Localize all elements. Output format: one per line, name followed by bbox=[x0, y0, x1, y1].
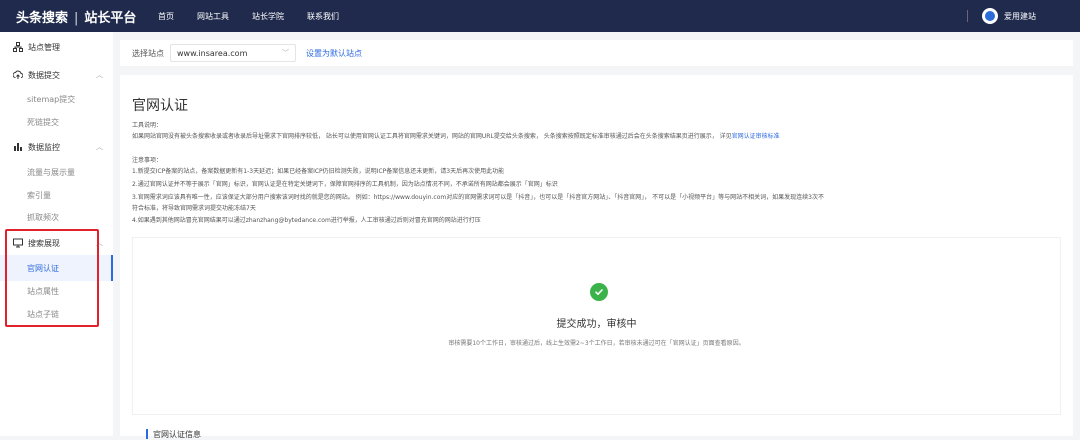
note-item: 1.新提交ICP备案的站点，备案数据更新有1-3天延迟；如果已经备案ICP仍旧检… bbox=[132, 168, 505, 175]
main-nav: 首页 网站工具 站长学院 联系我们 bbox=[158, 0, 362, 32]
section-title: 官网认证信息 bbox=[153, 430, 201, 439]
bar-chart-icon bbox=[13, 142, 23, 152]
status-desc: 审核需要10个工作日，审核通过后，线上生效需2~3个工作日，若审核未通过可在「官… bbox=[448, 340, 745, 347]
sidebar-active-indicator bbox=[111, 255, 113, 281]
user-name[interactable]: 爱用建站 bbox=[1004, 11, 1036, 22]
check-circle-icon bbox=[590, 283, 608, 301]
sidebar-subitem-traffic[interactable]: 流量与展示量 bbox=[27, 167, 75, 178]
sidebar-subitem-sitemap[interactable]: sitemap提交 bbox=[27, 94, 75, 105]
sidebar-item-site-manage[interactable]: 站点管理 bbox=[0, 36, 113, 58]
sidebar-item-label: 数据提交 bbox=[28, 70, 60, 80]
note-item: 2.通过官网认证并不等于展示「官网」标识，官网认证是在特定关键词下，保障官网排序… bbox=[132, 181, 558, 188]
audit-standard-link[interactable]: 官网认证审核标准 bbox=[732, 133, 780, 140]
notes-label: 注意事项： bbox=[132, 157, 163, 164]
sidebar-subitem-index[interactable]: 索引量 bbox=[27, 190, 51, 201]
tool-desc-label: 工具说明： bbox=[132, 122, 163, 129]
status-title: 提交成功，审核中 bbox=[556, 319, 637, 330]
sidebar-item-label: 数据监控 bbox=[28, 142, 60, 152]
sidebar-item-label: 站点管理 bbox=[28, 42, 60, 52]
chevron-down-icon: ﹀ bbox=[282, 49, 289, 57]
sidebar-item-data-submit[interactable]: 数据提交 ︿ bbox=[0, 64, 113, 86]
brand-separator: | bbox=[74, 11, 79, 26]
page-title: 官网认证 bbox=[132, 98, 188, 114]
site-selector-label: 选择站点 bbox=[132, 48, 164, 58]
sidebar-subitem-crawl[interactable]: 抓取频次 bbox=[27, 212, 59, 223]
site-select-value: www.insarea.com bbox=[177, 48, 248, 58]
nav-home[interactable]: 首页 bbox=[158, 11, 174, 22]
upload-icon bbox=[13, 70, 23, 80]
set-default-site-link[interactable]: 设置为默认站点 bbox=[306, 48, 362, 59]
brand-logo[interactable]: 头条搜索 | 站长平台 bbox=[16, 7, 136, 26]
sidebar-subitem-deadlink[interactable]: 死链提交 bbox=[27, 117, 59, 128]
brand-subtitle: 站长平台 bbox=[84, 11, 137, 26]
tool-desc: 如果网站官网没有被头条搜索收录或者收录后导址需求下官网排序较低， 站长可以使用官… bbox=[132, 133, 780, 141]
nav-site-tools[interactable]: 网站工具 bbox=[197, 11, 229, 22]
nav-webmaster-academy[interactable]: 站长学院 bbox=[252, 11, 284, 22]
avatar-icon bbox=[985, 11, 995, 21]
sitemap-icon bbox=[13, 42, 23, 52]
note-item: 4.如果遇到其他网站冒充官网结果可以通过zhanzhang@bytedance.… bbox=[132, 217, 481, 224]
user-menu[interactable]: 爱用建站 bbox=[967, 8, 1036, 24]
highlight-box bbox=[5, 229, 99, 327]
sidebar-item-data-monitor[interactable]: 数据监控 ︿ bbox=[0, 136, 113, 158]
avatar[interactable] bbox=[982, 8, 998, 24]
site-select[interactable]: www.insarea.com ﹀ bbox=[170, 44, 296, 62]
site-selector-bar: 选择站点 www.insarea.com ﹀ 设置为默认站点 bbox=[120, 40, 1073, 66]
chevron-up-icon[interactable]: ︿ bbox=[96, 70, 103, 80]
note-item: 3.官网需求词应该具有唯一性，应该保证大部分用户搜索该词时找的就是您的网站。 例… bbox=[132, 194, 824, 201]
divider bbox=[967, 10, 968, 22]
brand-name: 头条搜索 bbox=[16, 11, 69, 26]
main-content: 官网认证 工具说明： 如果网站官网没有被头条搜索收录或者收录后导址需求下官网排序… bbox=[120, 75, 1073, 439]
top-navbar: 头条搜索 | 站长平台 首页 网站工具 站长学院 联系我们 爱用建站 bbox=[0, 0, 1080, 32]
tool-desc-text: 如果网站官网没有被头条搜索收录或者收录后导址需求下官网排序较低， 站长可以使用官… bbox=[132, 133, 732, 140]
note-item: 符合标准，将导致官网需求词提交功能冻结7天 bbox=[132, 205, 256, 212]
section-accent bbox=[146, 429, 148, 439]
nav-contact-us[interactable]: 联系我们 bbox=[307, 11, 339, 22]
chevron-up-icon[interactable]: ︿ bbox=[96, 142, 103, 152]
